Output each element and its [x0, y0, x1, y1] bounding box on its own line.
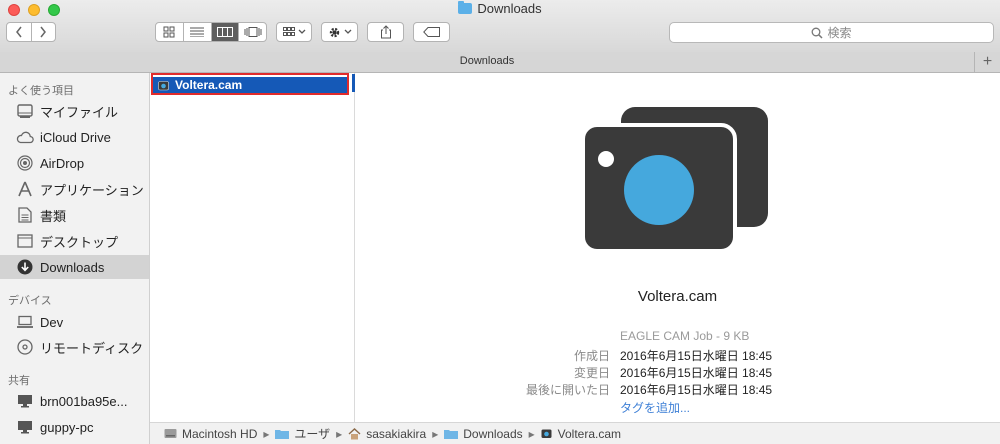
hard-drive-icon: [164, 428, 177, 439]
icon-view-button[interactable]: [156, 23, 184, 41]
arrange-icon: [282, 27, 295, 36]
share-icon: [380, 25, 391, 39]
sidebar-item-applications[interactable]: アプリケーション: [0, 177, 149, 201]
sidebar-item-airdrop[interactable]: AirDrop: [0, 151, 149, 175]
sidebar-section-favorites: よく使う項目: [8, 85, 74, 97]
view-mode-control: [155, 22, 267, 42]
meta-last-opened-value: 2016年6月15日水曜日 18:45: [620, 383, 773, 397]
path-bar: Macintosh HD ▸ ユーザ ▸ sasakiakira ▸ Downl…: [150, 422, 1000, 444]
path-separator: ▸: [432, 426, 439, 441]
chevron-down-icon: [344, 29, 351, 34]
gear-icon: [329, 27, 339, 37]
path-item-users[interactable]: ユーザ: [275, 425, 330, 442]
forward-button[interactable]: [32, 23, 56, 41]
home-icon: [348, 427, 361, 440]
sidebar-item-desktop[interactable]: デスクトップ: [0, 229, 149, 253]
monitor-icon: [16, 418, 34, 436]
chevron-right-icon: [40, 26, 47, 38]
toolbar: Downloads 検索: [0, 0, 1000, 53]
path-item-voltera[interactable]: Voltera.cam: [541, 427, 621, 441]
applications-icon: [16, 180, 34, 198]
sidebar: よく使う項目 マイファイル iCloud Drive AirDrop アプリケー…: [0, 73, 150, 444]
desktop-icon: [16, 232, 34, 250]
action-button[interactable]: [321, 22, 358, 42]
preview-pane: Voltera.cam EAGLE CAM Job - 9 KB 作成日 201…: [355, 73, 1000, 422]
cover-flow-icon: [244, 27, 262, 37]
new-tab-button[interactable]: +: [974, 52, 1000, 72]
path-item-home[interactable]: sasakiakira: [348, 427, 426, 441]
search-placeholder: 検索: [827, 26, 852, 40]
all-my-files-icon: [16, 102, 34, 120]
cover-flow-button[interactable]: [239, 23, 266, 41]
tab-downloads[interactable]: Downloads: [0, 55, 974, 67]
preview-file-kind: EAGLE CAM Job - 9 KB: [620, 329, 750, 343]
sidebar-item-my-files[interactable]: マイファイル: [0, 99, 149, 123]
downloads-icon: [16, 258, 34, 276]
column-view-button[interactable]: [211, 23, 240, 41]
camera-file-icon: [541, 428, 553, 439]
meta-last-opened-key: 最後に開いた日: [525, 383, 610, 397]
sidebar-section-shared: 共有: [8, 375, 30, 387]
sidebar-item-shared-brn[interactable]: brn001ba95e...: [0, 389, 149, 413]
disc-icon: [16, 338, 34, 356]
path-separator: ▸: [528, 426, 535, 441]
meta-created-value: 2016年6月15日水曜日 18:45: [620, 349, 773, 363]
tab-bar: Downloads +: [0, 52, 1000, 73]
list-view-button[interactable]: [184, 23, 212, 41]
sidebar-item-icloud-drive[interactable]: iCloud Drive: [0, 125, 149, 149]
sidebar-section-devices: デバイス: [8, 295, 52, 307]
path-item-macintosh-hd[interactable]: Macintosh HD: [164, 427, 257, 441]
documents-icon: [16, 206, 34, 224]
sidebar-item-remote-disc[interactable]: リモートディスク: [0, 335, 149, 359]
back-button[interactable]: [7, 23, 32, 41]
sidebar-item-dev[interactable]: Dev: [0, 310, 149, 334]
arrange-button[interactable]: [276, 22, 312, 42]
search-icon: [812, 27, 824, 39]
chevron-down-icon: [298, 29, 305, 34]
path-item-downloads[interactable]: Downloads: [444, 427, 523, 441]
meta-created-key: 作成日: [573, 349, 610, 363]
camera-file-preview-icon: [583, 107, 768, 253]
folder-icon: [444, 428, 459, 439]
grid-icon: [163, 26, 175, 38]
cloud-icon: [16, 128, 34, 146]
file-column: Voltera.cam: [150, 73, 355, 422]
tag-icon: [422, 27, 440, 37]
path-separator: ▸: [263, 426, 270, 441]
airdrop-icon: [16, 154, 34, 172]
preview-file-name: Voltera.cam: [637, 288, 718, 305]
search-input[interactable]: 検索: [669, 22, 994, 43]
add-tags-link[interactable]: タグを追加...: [620, 399, 690, 416]
columns-icon: [216, 27, 233, 37]
highlight-box: [151, 73, 349, 95]
sidebar-item-shared-guppy[interactable]: guppy-pc: [0, 415, 149, 439]
meta-modified-key: 変更日: [573, 366, 610, 380]
share-button[interactable]: [367, 22, 404, 42]
path-separator: ▸: [336, 426, 343, 441]
chevron-left-icon: [15, 26, 22, 38]
window-title: Downloads: [0, 1, 1000, 16]
folder-icon: [275, 428, 290, 439]
sidebar-item-documents[interactable]: 書類: [0, 203, 149, 227]
tags-button[interactable]: [413, 22, 450, 42]
sidebar-item-downloads[interactable]: Downloads: [0, 255, 149, 279]
meta-modified-value: 2016年6月15日水曜日 18:45: [620, 366, 773, 380]
folder-icon: [458, 1, 473, 14]
monitor-icon: [16, 392, 34, 410]
back-forward-buttons: [6, 22, 56, 42]
list-icon: [190, 27, 205, 37]
computer-icon: [16, 313, 34, 331]
